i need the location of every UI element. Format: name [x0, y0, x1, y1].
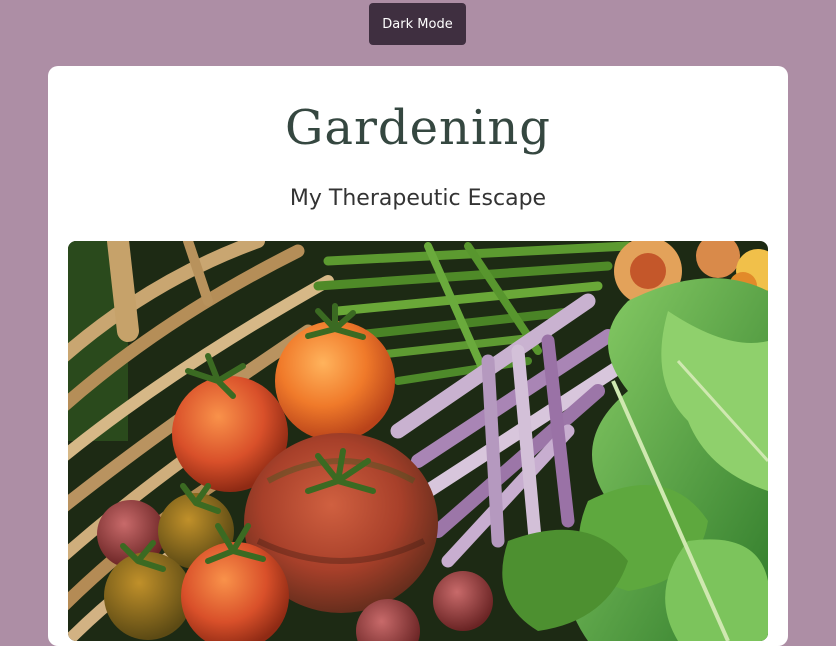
page-title: Gardening	[285, 100, 551, 156]
dark-mode-button[interactable]: Dark Mode	[369, 3, 466, 45]
page-subtitle: My Therapeutic Escape	[289, 186, 547, 211]
vegetable-harvest-image	[68, 241, 768, 641]
